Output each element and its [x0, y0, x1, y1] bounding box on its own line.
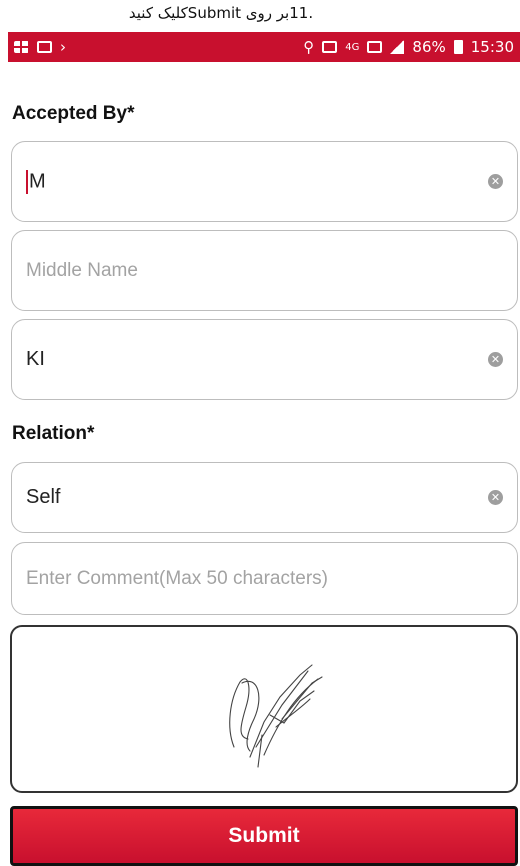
- location-icon: ⚲: [303, 38, 315, 56]
- submit-button[interactable]: Submit: [10, 806, 518, 866]
- last-name-field[interactable]: KI ✕: [11, 319, 518, 400]
- battery-icon: [453, 40, 463, 54]
- accepted-by-label: Accepted By*: [12, 103, 135, 124]
- clock: 15:30: [470, 38, 514, 56]
- comment-placeholder: Enter Comment(Max 50 characters): [26, 567, 328, 589]
- last-name-value: KI: [26, 348, 45, 370]
- network-label: 4G: [345, 41, 360, 53]
- first-name-text: M: [29, 169, 46, 192]
- message-icon: [37, 41, 52, 53]
- clear-icon[interactable]: ✕: [488, 174, 503, 189]
- signal-icon: [390, 40, 405, 54]
- sim-icon: [322, 41, 338, 53]
- relation-field[interactable]: Self ✕: [11, 462, 518, 533]
- text-cursor: [26, 169, 28, 194]
- comment-field[interactable]: Enter Comment(Max 50 characters): [11, 542, 518, 615]
- clear-icon[interactable]: ✕: [488, 490, 503, 505]
- notification-icon: ›: [60, 38, 66, 56]
- clear-icon[interactable]: ✕: [488, 352, 503, 367]
- first-name-value[interactable]: M: [26, 169, 488, 194]
- middle-name-placeholder: Middle Name: [26, 259, 138, 281]
- relation-label: Relation*: [12, 423, 95, 444]
- instruction-caption: .11بر روی Submitکلیک کنید: [128, 4, 314, 22]
- battery-percent: 86%: [412, 38, 446, 56]
- signature-pad[interactable]: [10, 625, 518, 793]
- status-bar-left: ›: [14, 38, 66, 56]
- gallery-icon: [14, 41, 29, 53]
- first-name-field[interactable]: M ✕: [11, 141, 518, 222]
- status-bar: › ⚲ 4G 86% 15:30: [8, 32, 520, 62]
- signature-drawing: [229, 664, 323, 768]
- relation-value: Self: [26, 486, 61, 508]
- middle-name-field[interactable]: Middle Name: [11, 230, 518, 311]
- wifi-icon: [367, 41, 383, 53]
- status-bar-right: ⚲ 4G 86% 15:30: [303, 38, 514, 56]
